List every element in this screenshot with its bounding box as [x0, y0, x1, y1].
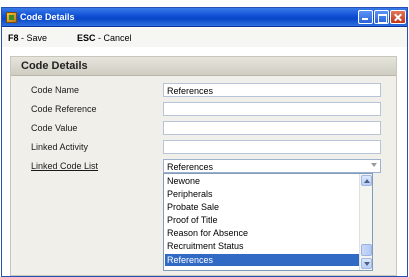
- dropdown-option[interactable]: Peripherals: [165, 188, 360, 200]
- dropdown-option[interactable]: Reason for Absence: [165, 227, 360, 239]
- save-label: - Save: [18, 33, 48, 43]
- dropdown-option[interactable]: Newone: [165, 175, 360, 187]
- minimize-button[interactable]: [358, 10, 373, 24]
- linked-code-list-value: References: [167, 162, 214, 172]
- linked-activity-field[interactable]: [163, 140, 381, 154]
- linked-code-list-select[interactable]: References: [163, 159, 381, 173]
- app-icon: [6, 12, 17, 23]
- shortcut-bar: F8 - Save ESC - Cancel: [2, 28, 407, 47]
- title-bar[interactable]: Code Details: [2, 8, 407, 27]
- dropdown-option[interactable]: Probate Sale: [165, 201, 360, 213]
- scroll-up-icon[interactable]: [361, 175, 372, 186]
- panel-header: Code Details: [11, 57, 396, 76]
- panel-title: Code Details: [21, 60, 88, 72]
- linked-code-list-label[interactable]: Linked Code List: [31, 161, 98, 171]
- dropdown-option[interactable]: Proof of Title: [165, 214, 360, 226]
- code-name-field[interactable]: References: [163, 83, 381, 97]
- close-button[interactable]: [390, 10, 406, 24]
- cancel-key: ESC: [77, 33, 96, 43]
- dropdown-option-selected[interactable]: References: [165, 254, 360, 266]
- code-name-label: Code Name: [31, 85, 80, 95]
- dropdown-option[interactable]: Recruitment Status: [165, 240, 360, 252]
- window-title: Code Details: [20, 12, 75, 22]
- code-value-field[interactable]: [163, 121, 381, 135]
- cancel-shortcut[interactable]: ESC - Cancel: [77, 33, 132, 43]
- save-shortcut[interactable]: F8 - Save: [8, 33, 47, 43]
- code-reference-label: Code Reference: [31, 104, 97, 114]
- cancel-label: - Cancel: [95, 33, 132, 43]
- code-reference-field[interactable]: [163, 102, 381, 116]
- code-details-window: Code Details F8 - Save ESC - Cancel Code…: [1, 7, 408, 277]
- scroll-down-icon[interactable]: [361, 258, 372, 269]
- maximize-button[interactable]: [374, 10, 389, 24]
- dropdown-scrollbar[interactable]: [359, 174, 372, 270]
- chevron-down-icon[interactable]: [371, 163, 377, 167]
- code-details-panel: Code Details Code Name References Code R…: [10, 56, 397, 276]
- save-key: F8: [8, 33, 19, 43]
- scroll-thumb[interactable]: [361, 244, 372, 256]
- code-value-label: Code Value: [31, 123, 78, 133]
- linked-activity-label: Linked Activity: [31, 142, 89, 152]
- linked-code-list-dropdown: Newone Peripherals Probate Sale Proof of…: [163, 173, 373, 271]
